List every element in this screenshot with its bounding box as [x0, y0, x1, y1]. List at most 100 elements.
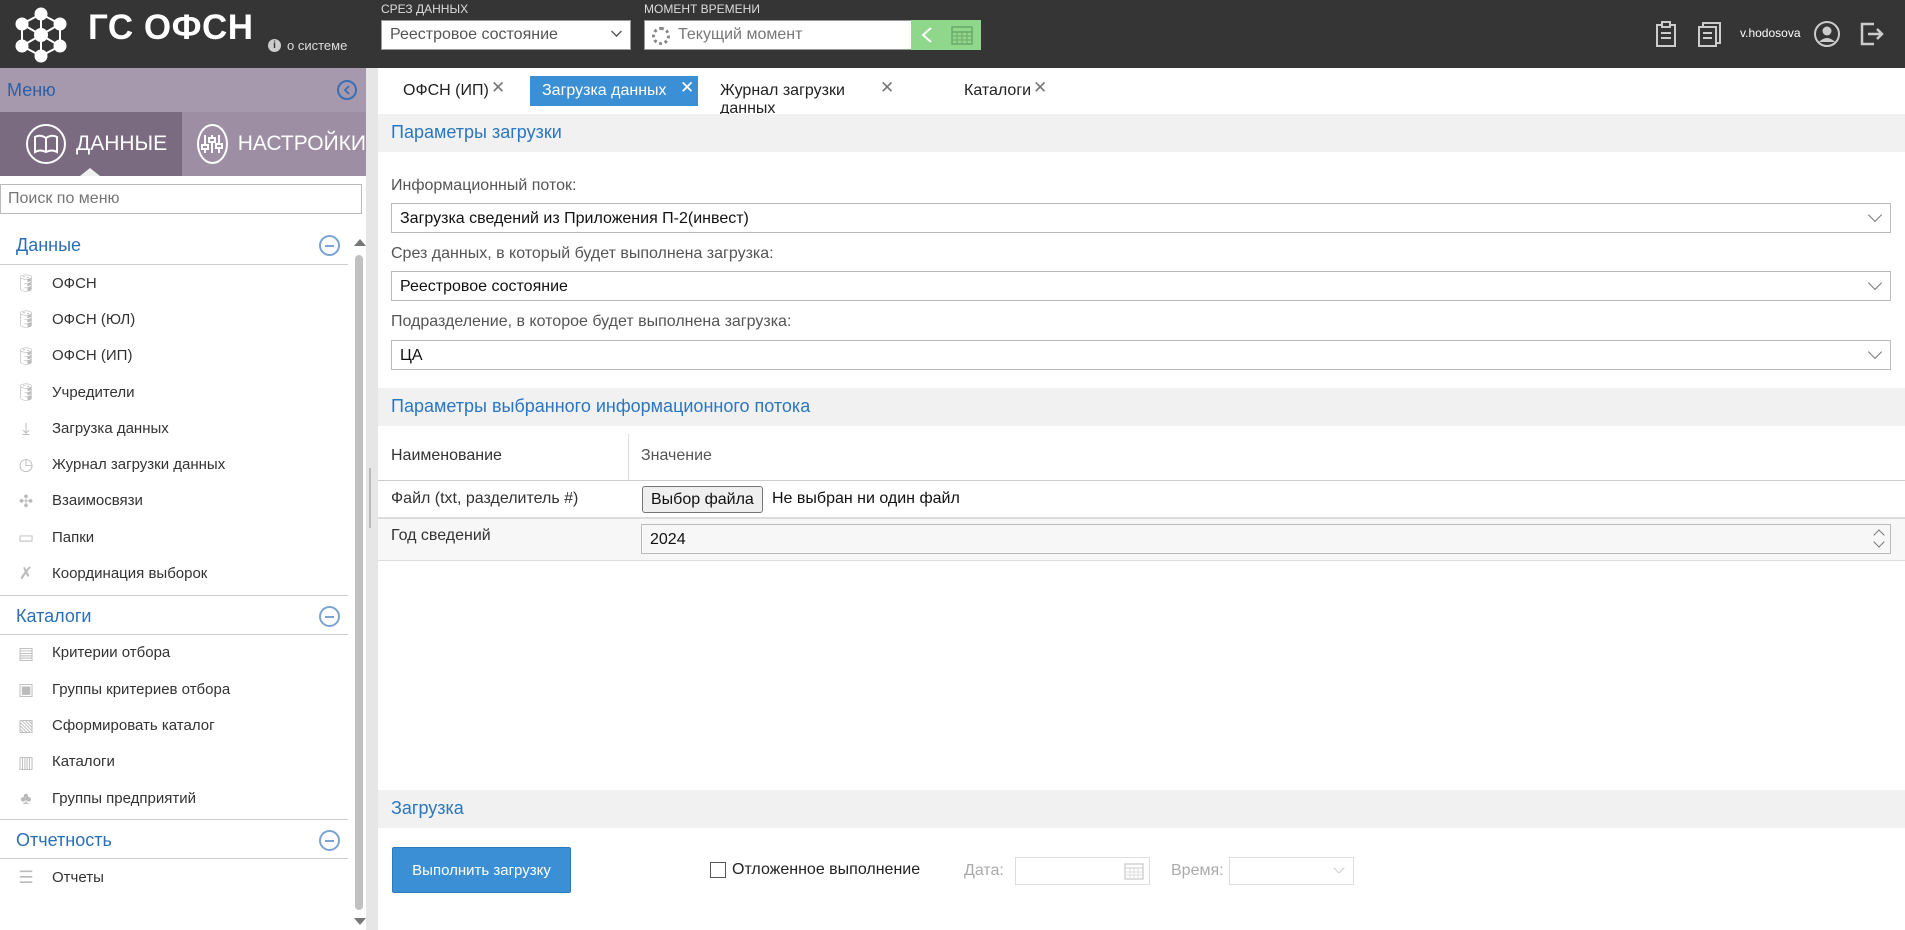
year-param-name: Год сведений — [391, 527, 491, 544]
date-input[interactable] — [1015, 857, 1150, 885]
calendar-icon[interactable] — [1124, 862, 1144, 880]
sidebar-item-folders[interactable]: ▭ Папки — [0, 519, 348, 555]
menu-group-data[interactable]: Данные — [0, 225, 348, 265]
slice-field-select[interactable]: Реестровое состояние — [391, 271, 1891, 301]
sidebar-item-label: Взаимосвязи — [52, 492, 143, 510]
app-title: ГС ОФСН — [88, 8, 254, 47]
collapse-group-icon[interactable] — [319, 235, 340, 256]
tab-catalogs[interactable]: Каталоги ✕ — [952, 76, 1062, 106]
slice-label: СРЕЗ ДАННЫХ — [381, 2, 469, 16]
moment-input[interactable]: Текущий момент — [644, 20, 912, 50]
sidebar-item-ofsn-ul[interactable]: 🛢 ОФСН (ЮЛ) — [0, 301, 348, 337]
moment-buttons — [911, 20, 981, 50]
sidebar-item-criteria-groups[interactable]: ▣ Группы критериев отбора — [0, 671, 348, 707]
close-icon[interactable]: ✕ — [880, 78, 894, 98]
collapse-group-icon[interactable] — [319, 605, 340, 627]
division-select[interactable]: ЦА — [391, 340, 1891, 370]
chevron-down-icon[interactable] — [1873, 536, 1885, 548]
close-icon[interactable]: ✕ — [1033, 78, 1047, 98]
sidebar-item-label: Папки — [52, 528, 95, 546]
date-label: Дата: — [964, 862, 1004, 879]
stream-select[interactable]: Загрузка сведений из Приложения П-2(инве… — [391, 203, 1891, 233]
year-input[interactable]: 2024 — [641, 524, 1891, 554]
close-icon[interactable]: ✕ — [680, 78, 694, 98]
logout-icon[interactable] — [1858, 20, 1886, 48]
stream-label: Информационный поток: — [391, 177, 577, 194]
sidebar-item-label: ОФСН (ЮЛ) — [52, 310, 136, 328]
sidebar-item-reports[interactable]: ☰ Отчеты — [0, 859, 348, 895]
scroll-up-icon[interactable] — [354, 239, 366, 246]
about-link[interactable]: i о системе — [268, 38, 347, 53]
username[interactable]: v.hodosova — [1740, 26, 1801, 40]
sidebar-item-enterprise-groups[interactable]: ♣ Группы предприятий — [0, 780, 348, 816]
sidebar-item-label: Координация выборок — [52, 565, 208, 583]
table-row-year: Год сведений 2024 — [378, 519, 1905, 561]
menu-title: Меню — [7, 80, 56, 100]
col-value-header: Значение — [641, 447, 712, 464]
col-name-header: Наименование — [391, 447, 502, 464]
sidebar-item-relations[interactable]: ✣ Взаимосвязи — [0, 483, 348, 519]
time-select[interactable] — [1229, 857, 1354, 885]
menu-scrollbar[interactable] — [353, 235, 366, 930]
deferred-checkbox[interactable] — [710, 862, 726, 878]
tab-label: ОФСН (ИП) — [403, 82, 489, 99]
slice-select[interactable]: Реестровое состояние — [381, 20, 631, 50]
main-content: ОФСН (ИП) ✕ Загрузка данных ✕ Журнал заг… — [378, 68, 1905, 930]
app-logo-icon[interactable] — [12, 6, 70, 64]
chevron-down-icon — [1867, 207, 1883, 223]
menu-list: Данные 🛢 ОФСН 🛢 ОФСН (ЮЛ) 🛢 ОФСН (ИП) 🛢 Учре… — [0, 225, 348, 930]
calendar-icon[interactable] — [950, 25, 973, 45]
chevron-down-icon — [611, 26, 622, 37]
menu-group-reporting[interactable]: Отчетность — [0, 819, 348, 860]
tab-data-load[interactable]: Загрузка данных ✕ — [530, 76, 698, 106]
sidebar-item-build-catalog[interactable]: ▧ Сформировать каталог — [0, 707, 348, 743]
choose-file-button[interactable]: Выбор файла — [642, 486, 763, 513]
chevron-down-icon — [1333, 862, 1345, 874]
sidebar-item-ofsn[interactable]: 🛢 ОФСН — [0, 265, 348, 301]
sidebar-item-catalogs[interactable]: ▥ Каталоги — [0, 744, 348, 780]
sidebar-item-label: Группы критериев отбора — [52, 680, 231, 698]
top-header: ГС ОФСН i о системе СРЕЗ ДАННЫХ Реестров… — [0, 0, 1905, 68]
sidebar-item-label: ОФСН — [52, 274, 97, 292]
documents-icon[interactable] — [1696, 20, 1724, 48]
sidebar-item-ofsn-ip[interactable]: 🛢 ОФСН (ИП) — [0, 338, 348, 374]
tab-settings-label: НАСТРОЙКИ — [237, 132, 366, 155]
relations-icon: ✣ — [18, 491, 34, 511]
menu-search-input[interactable] — [0, 184, 362, 214]
scrollbar-thumb[interactable] — [355, 255, 363, 910]
book-icon — [26, 124, 66, 164]
splitter-grip-icon[interactable] — [369, 468, 374, 528]
tab-label: Загрузка данных — [542, 82, 667, 99]
deferred-option[interactable]: Отложенное выполнение — [710, 861, 920, 879]
sidebar-item-label: Каталоги — [52, 753, 115, 771]
menu-group-title: Каталоги — [16, 605, 92, 626]
journal-clock-icon: ◷ — [18, 455, 34, 475]
division-value: ЦА — [400, 347, 423, 364]
clipboard-icon[interactable] — [1652, 20, 1680, 48]
collapse-menu-button[interactable] — [337, 80, 357, 100]
scroll-down-icon[interactable] — [354, 918, 366, 925]
tab-settings[interactable]: НАСТРОЙКИ — [182, 112, 366, 176]
database-icon: 🛢 — [15, 274, 37, 293]
collapse-group-icon[interactable] — [319, 830, 340, 852]
stream-params-header: Параметры выбранного информационного пот… — [378, 388, 1905, 426]
tree-icon: ♣ — [20, 788, 32, 808]
user-avatar-icon[interactable] — [1813, 20, 1841, 48]
report-icon: ☰ — [18, 868, 34, 888]
panel-splitter[interactable] — [366, 68, 378, 930]
time-label: Время: — [1171, 862, 1224, 879]
menu-group-catalogs[interactable]: Каталоги — [0, 594, 348, 635]
close-icon[interactable]: ✕ — [491, 78, 505, 98]
sidebar-item-selection-criteria[interactable]: ▤ Критерии отбора — [0, 635, 348, 671]
document-tabs: ОФСН (ИП) ✕ Загрузка данных ✕ Журнал заг… — [378, 68, 1905, 117]
file-param-name: Файл (txt, разделитель #) — [391, 490, 579, 507]
sidebar-item-sample-coordination[interactable]: ✗ Координация выборок — [0, 555, 348, 591]
run-load-button[interactable]: Выполнить загрузку — [392, 847, 571, 893]
sidebar-item-founders[interactable]: 🛢 Учредители — [0, 374, 348, 410]
chevron-left-icon[interactable] — [920, 26, 934, 44]
sidebar-item-load-journal[interactable]: ◷ Журнал загрузки данных — [0, 446, 348, 482]
tab-data[interactable]: ДАННЫЕ — [0, 112, 182, 176]
tab-load-journal[interactable]: Журнал загрузки данных ✕ — [708, 76, 898, 117]
tab-ofsn-ip[interactable]: ОФСН (ИП) ✕ — [391, 76, 511, 106]
sidebar-item-data-load[interactable]: ⤓ Загрузка данных — [0, 410, 348, 446]
